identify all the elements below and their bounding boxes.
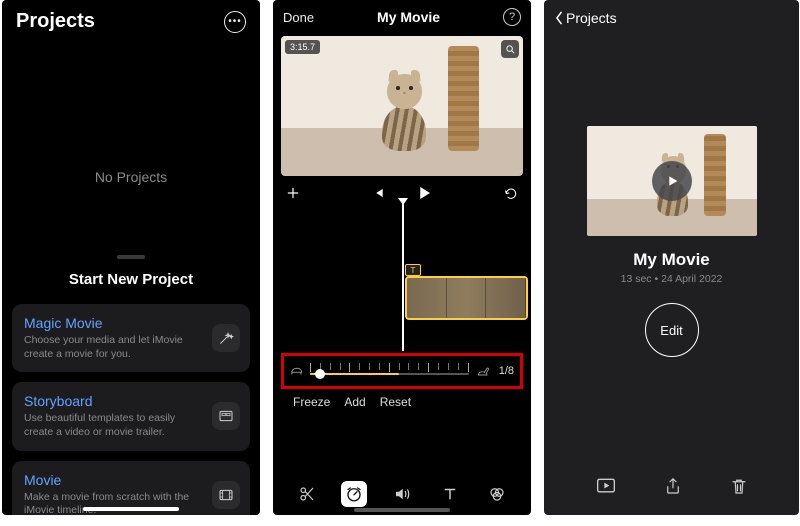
timeline[interactable]: T	[273, 206, 531, 351]
zoom-button[interactable]	[501, 40, 519, 58]
back-button[interactable]: Projects	[554, 10, 617, 26]
edit-button[interactable]: Edit	[645, 303, 699, 357]
project-thumbnail[interactable]	[587, 126, 757, 236]
editor-title: My Movie	[377, 9, 440, 25]
start-new-project-header: Start New Project	[2, 271, 260, 288]
add-media-button[interactable]	[285, 185, 301, 201]
speed-tool-button[interactable]	[341, 481, 367, 507]
time-remaining-badge: 3:15.7	[285, 40, 320, 54]
filters-tool-button[interactable]	[484, 481, 510, 507]
speed-slider[interactable]	[310, 363, 469, 379]
playhead[interactable]	[402, 202, 404, 351]
play-button[interactable]	[415, 184, 433, 202]
speed-value: 1/8	[499, 365, 514, 377]
option-desc: Use beautiful templates to easily create…	[24, 412, 206, 439]
reset-speed-button[interactable]: Reset	[380, 395, 411, 409]
storyboard-icon	[212, 402, 240, 430]
project-detail-panel: Projects My Movie 13 sec • 24 April 2022…	[544, 0, 799, 515]
chevron-left-icon	[554, 11, 564, 25]
tortoise-icon	[290, 364, 304, 378]
no-projects-label: No Projects	[2, 169, 260, 185]
editor-panel: Done My Movie ? 3:15.7 T	[273, 0, 531, 515]
play-overlay-button[interactable]	[652, 161, 692, 201]
option-title: Movie	[24, 472, 206, 488]
more-options-button[interactable]: •••	[224, 11, 246, 33]
done-button[interactable]: Done	[283, 10, 314, 25]
play-project-button[interactable]	[596, 477, 616, 497]
delete-project-button[interactable]	[730, 477, 748, 497]
home-indicator	[354, 508, 450, 512]
actions-tool-button[interactable]	[294, 481, 320, 507]
speed-control-highlight: 1/8	[281, 353, 523, 389]
help-button[interactable]: ?	[503, 8, 521, 26]
title-badge-icon: T	[405, 264, 421, 276]
option-desc: Choose your media and let iMovie create …	[24, 334, 206, 361]
home-indicator	[83, 507, 179, 511]
option-title: Storyboard	[24, 393, 206, 409]
selected-clip[interactable]: T	[405, 276, 528, 320]
video-preview[interactable]: 3:15.7	[281, 36, 523, 176]
option-storyboard[interactable]: Storyboard Use beautiful templates to ea…	[12, 382, 250, 450]
freeze-button[interactable]: Freeze	[293, 395, 330, 409]
volume-tool-button[interactable]	[389, 481, 415, 507]
add-speed-button[interactable]: Add	[344, 395, 365, 409]
projects-title: Projects	[16, 10, 95, 33]
film-icon	[212, 481, 240, 509]
projects-panel: Projects ••• No Projects Start New Proje…	[2, 0, 260, 515]
project-name: My Movie	[544, 250, 799, 270]
share-project-button[interactable]	[664, 477, 682, 497]
back-label: Projects	[566, 10, 617, 26]
project-subtitle: 13 sec • 24 April 2022	[544, 273, 799, 285]
wand-icon	[212, 324, 240, 352]
option-magic-movie[interactable]: Magic Movie Choose your media and let iM…	[12, 304, 250, 372]
undo-button[interactable]	[503, 185, 519, 201]
option-desc: Make a movie from scratch with the iMovi…	[24, 491, 206, 515]
titles-tool-button[interactable]	[437, 481, 463, 507]
sheet-grabber[interactable]	[117, 255, 145, 259]
prev-frame-button[interactable]	[371, 186, 385, 200]
option-title: Magic Movie	[24, 315, 206, 331]
clip-toolbar	[273, 481, 531, 507]
rabbit-icon	[475, 364, 491, 378]
